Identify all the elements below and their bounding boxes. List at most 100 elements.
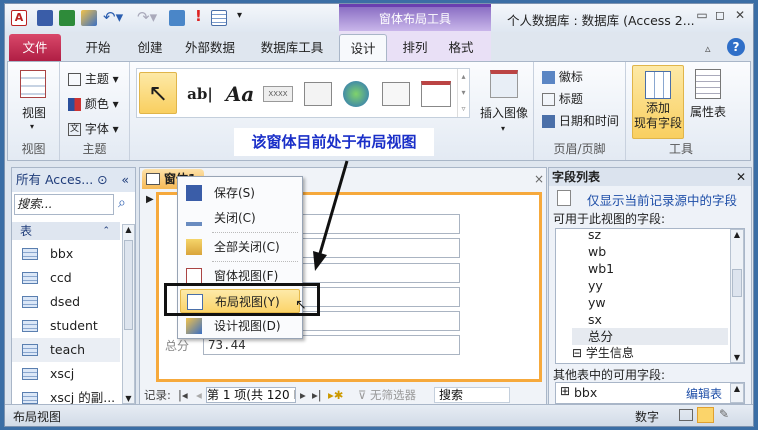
fonts-button[interactable]: 文 字体 ▾ xyxy=(68,120,130,137)
nav-item-student[interactable]: student xyxy=(12,314,120,338)
minimize-button[interactable]: ▭ xyxy=(693,8,711,24)
nav-search-input[interactable]: 搜索... xyxy=(14,194,114,215)
date-time-button[interactable]: 日期和时间 xyxy=(542,112,619,129)
logo-button[interactable]: 徽标 xyxy=(542,68,583,85)
label-control-icon[interactable]: Aa xyxy=(221,75,259,113)
show-current-source-link[interactable]: 仅显示当前记录源中的字段 xyxy=(587,190,737,209)
scroll-down-icon[interactable]: ▼ xyxy=(731,353,743,362)
field-item[interactable]: yw xyxy=(588,294,606,311)
tab-format[interactable]: 格式 xyxy=(441,34,481,61)
tab-external-data[interactable]: 外部数据 xyxy=(179,34,241,61)
nav-item-xscj-copy[interactable]: xscj 的副... xyxy=(12,386,120,404)
insert-image-button[interactable]: 插入图像 xyxy=(474,104,534,121)
nav-scrollbar[interactable]: ▲ ▼ xyxy=(122,224,135,404)
theme-button[interactable]: 主题 ▾ xyxy=(68,70,130,87)
hyperlink-icon[interactable] xyxy=(337,75,375,113)
form-view-status-icon[interactable] xyxy=(679,409,693,421)
record-search-input[interactable]: 搜索 xyxy=(434,387,510,403)
tab-create[interactable]: 创建 xyxy=(125,34,175,61)
navigation-control-icon[interactable] xyxy=(417,75,455,113)
close-window-button[interactable]: ✕ xyxy=(731,8,749,24)
customize-qat-icon[interactable]: ▾ xyxy=(237,10,242,21)
select-pointer-icon[interactable]: ↖ xyxy=(139,72,177,114)
save-icon[interactable] xyxy=(37,10,53,26)
help-icon[interactable]: ? xyxy=(727,38,745,56)
nav-item-dsed[interactable]: dsed xyxy=(12,290,120,314)
design-icon[interactable] xyxy=(81,10,97,26)
excel-icon[interactable] xyxy=(59,10,75,26)
colors-icon xyxy=(68,98,81,111)
field-item[interactable]: wb xyxy=(588,243,606,260)
scroll-up-icon[interactable]: ▲ xyxy=(123,225,134,234)
nav-item-ccd[interactable]: ccd xyxy=(12,266,120,290)
property-sheet-button[interactable]: 属性表 xyxy=(686,65,730,125)
prev-record-button[interactable]: ◂ xyxy=(196,386,202,404)
add-fields-label-2: 现有字段 xyxy=(633,116,682,130)
nav-item-bbx[interactable]: bbx xyxy=(12,242,120,266)
window-title: 个人数据库 : 数据库 (Access 2... xyxy=(507,13,695,28)
colors-button[interactable]: 颜色 ▾ xyxy=(68,95,130,112)
field-item[interactable]: wb1 xyxy=(588,260,614,277)
menu-item-save[interactable]: 保存(S) xyxy=(180,181,300,205)
maximize-button[interactable]: ◻ xyxy=(711,8,729,24)
other-table-item[interactable]: bbx xyxy=(574,385,597,400)
table-expander-partial[interactable]: ⊟ 学生信息 xyxy=(572,346,634,361)
close-form-icon[interactable]: × xyxy=(534,172,544,186)
record-position-input[interactable]: 第 1 项(共 120 I xyxy=(206,387,296,403)
collapse-ribbon-icon[interactable]: ▵ xyxy=(705,42,711,55)
textbox-control-icon[interactable]: ab| xyxy=(181,75,219,113)
field-item-selected[interactable]: 总分 xyxy=(572,328,728,345)
scroll-thumb[interactable] xyxy=(732,269,742,297)
next-record-button[interactable]: ▸ xyxy=(300,386,306,404)
scroll-up-icon[interactable]: ▲ xyxy=(731,230,743,239)
tab-control-icon[interactable] xyxy=(299,75,337,113)
last-record-button[interactable]: ▸| xyxy=(312,386,322,404)
button-control-icon[interactable]: XXXX xyxy=(259,75,297,113)
tab-file[interactable]: 文件 xyxy=(9,34,61,61)
nav-item-teach[interactable]: teach xyxy=(12,338,120,362)
tab-database-tools[interactable]: 数据库工具 xyxy=(253,34,331,61)
no-filter-button[interactable]: 无筛选器 xyxy=(370,386,416,404)
first-record-button[interactable]: |◂ xyxy=(178,386,188,404)
edit-table-link[interactable]: 编辑表 xyxy=(686,385,722,402)
title-button[interactable]: 标题 xyxy=(542,90,583,107)
web-browser-control-icon[interactable] xyxy=(377,75,415,113)
layout-view-status-icon[interactable] xyxy=(697,407,714,423)
tab-home[interactable]: 开始 xyxy=(75,34,121,61)
run-icon[interactable]: ! xyxy=(195,7,202,25)
record-selector-icon[interactable]: ▶ xyxy=(146,194,154,205)
field-item[interactable]: sx xyxy=(588,311,602,328)
new-record-button[interactable]: ▸✱ xyxy=(328,386,343,404)
other-scroll-up-icon[interactable]: ▲ xyxy=(730,383,744,403)
tab-design[interactable]: 设计 xyxy=(339,34,387,61)
nav-section-tables[interactable]: 表 ⌃ xyxy=(12,222,120,240)
menu-item-close[interactable]: 关闭(C) xyxy=(180,206,300,230)
gallery-scroll[interactable]: ▴ ▾ ▿ xyxy=(457,69,469,117)
undo-icon[interactable]: ↶▾ xyxy=(103,8,123,26)
search-icon[interactable]: ⌕ xyxy=(118,195,126,211)
design-view-status-icon[interactable]: ✎ xyxy=(719,407,729,421)
table-icon[interactable] xyxy=(211,10,227,26)
scroll-thumb[interactable] xyxy=(124,240,133,330)
field-item[interactable]: sz xyxy=(588,229,601,243)
view-group: 视图 ▾ 视图 xyxy=(8,62,60,160)
tab-arrange[interactable]: 排列 xyxy=(397,34,433,61)
field-item[interactable]: yy xyxy=(588,277,603,294)
add-existing-fields-button[interactable]: 添加 现有字段 xyxy=(632,65,684,139)
view-button[interactable]: 视图 xyxy=(8,104,60,121)
nav-header[interactable]: 所有 Acces... ⊙ « xyxy=(12,168,135,192)
form-icon[interactable] xyxy=(169,10,185,26)
close-pane-icon[interactable]: ✕ xyxy=(736,168,746,186)
redo-icon[interactable]: ↷▾ xyxy=(137,8,157,26)
collapse-section-icon[interactable]: ⌃ xyxy=(102,222,110,240)
menu-item-close-all[interactable]: 全部关闭(C) xyxy=(180,235,300,259)
scroll-down-icon[interactable]: ▼ xyxy=(123,394,134,403)
collapse-nav-icon[interactable]: « xyxy=(121,168,129,192)
filter-icon xyxy=(557,190,571,206)
nav-item-xscj[interactable]: xscj xyxy=(12,362,120,386)
fields-scrollbar[interactable]: ▲ ▼ xyxy=(730,229,744,363)
logo-label: 徽标 xyxy=(558,70,583,84)
expand-icon[interactable]: ⊞ xyxy=(560,384,570,398)
menu-item-design-view[interactable]: 设计视图(D) xyxy=(180,314,300,338)
chevron-down-icon[interactable]: ⊙ xyxy=(97,172,107,187)
